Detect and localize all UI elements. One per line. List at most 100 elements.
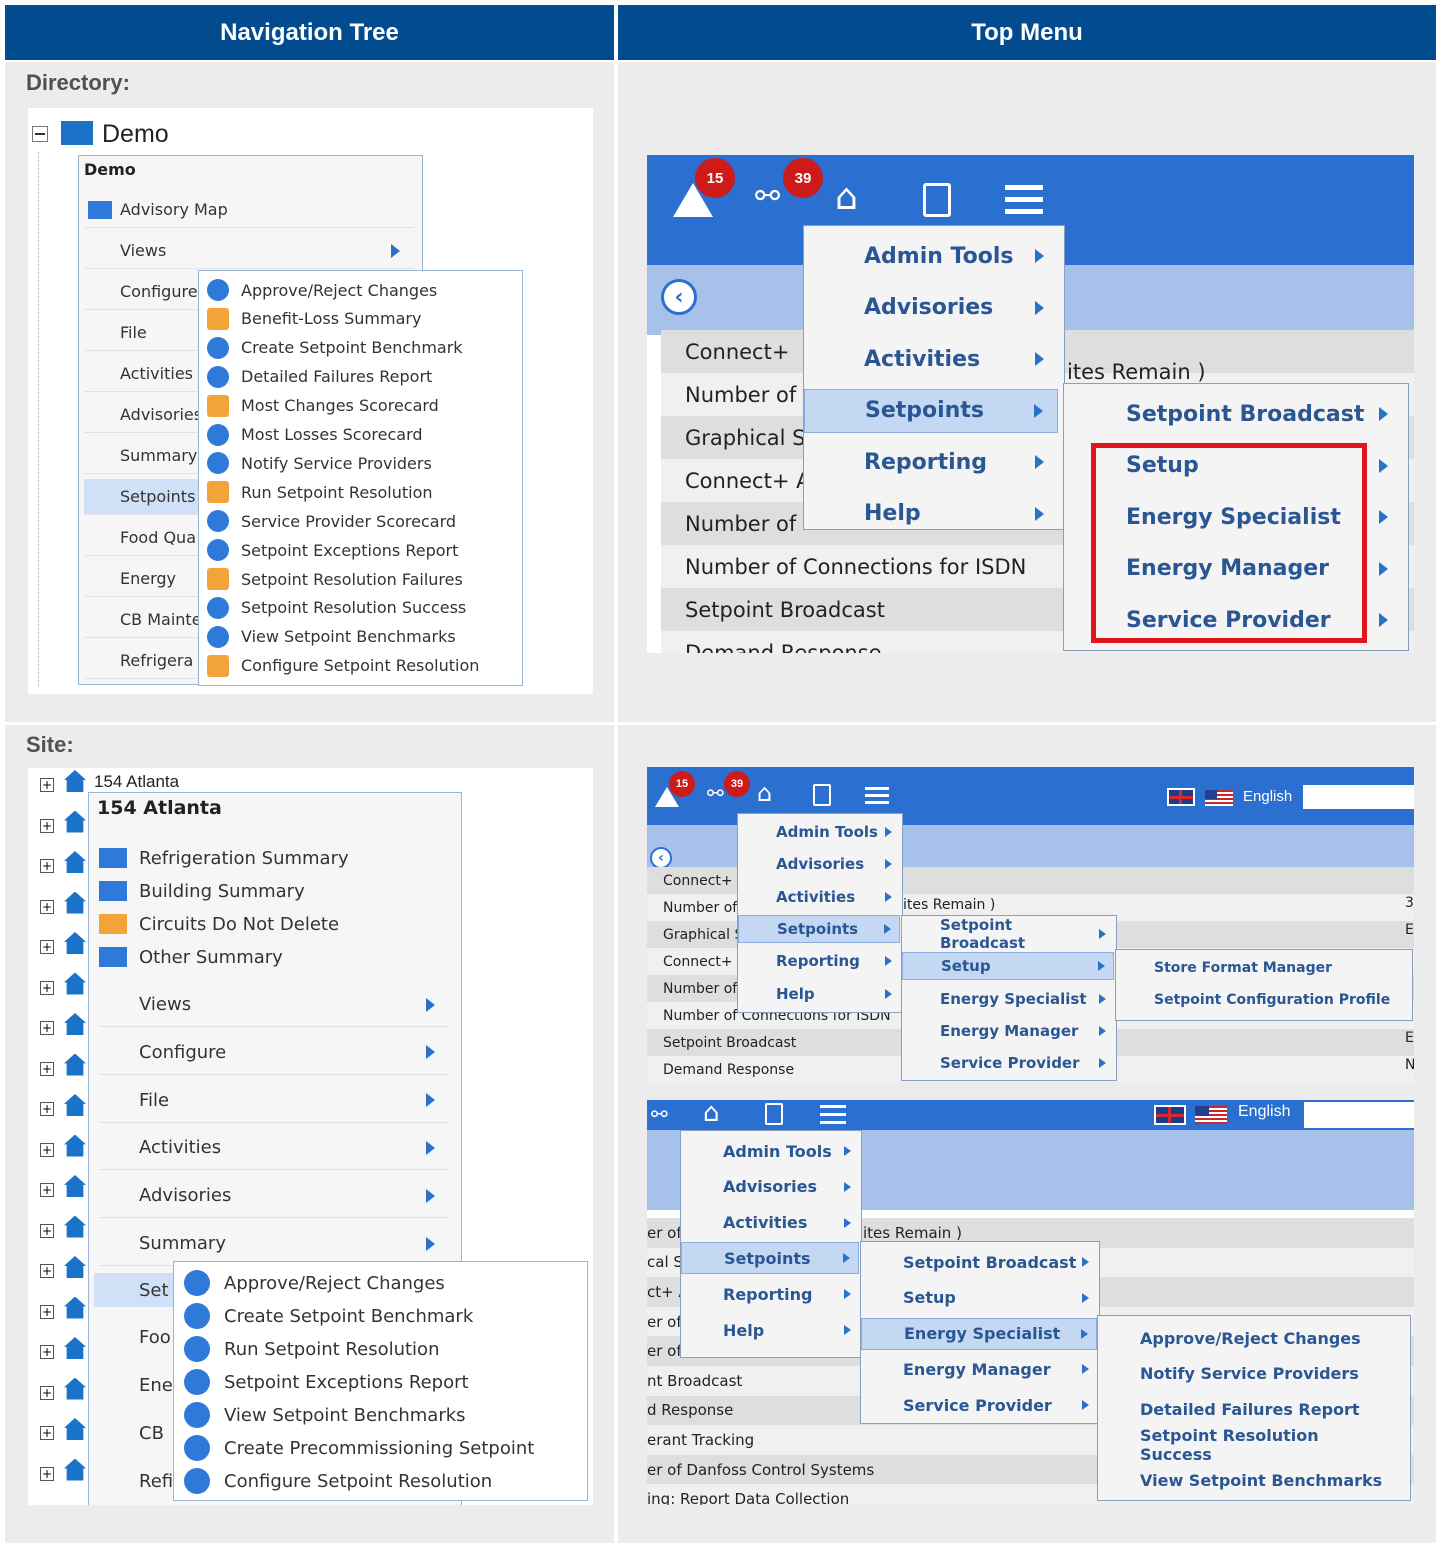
top1-menu-item-activities[interactable]: Activities: [804, 337, 1058, 381]
top3-submenu-item-energy-specialist[interactable]: Energy Specialist: [861, 1317, 1097, 1350]
top3-menu-item-setpoints[interactable]: Setpoints: [681, 1242, 859, 1275]
top2-menu-item-advisories[interactable]: Advisories: [738, 850, 900, 878]
top1-menu-item-advisories[interactable]: Advisories: [804, 286, 1058, 330]
expand-icon[interactable]: +: [40, 818, 54, 833]
language-label[interactable]: English: [1238, 1103, 1290, 1121]
site-summary-item-other-summary[interactable]: Other Summary: [99, 942, 283, 972]
expand-icon[interactable]: +: [40, 1142, 54, 1157]
site-menu-item-summary[interactable]: Summary: [99, 1222, 449, 1266]
top3-submenu-item-energy-manager[interactable]: Energy Manager: [861, 1353, 1097, 1385]
expand-icon[interactable]: +: [40, 940, 54, 954]
site-menu-item-activities[interactable]: Activities: [99, 1126, 449, 1171]
top3-es-item-approve-reject-changes[interactable]: Approve/Reject Changes: [1098, 1322, 1408, 1354]
site-menu-item-partial[interactable]: Ene: [94, 1369, 174, 1403]
top2-menu-item-help[interactable]: Help: [738, 980, 900, 1008]
site-submenu-item-run-setpoint-resolution[interactable]: Run Setpoint Resolution: [184, 1334, 439, 1364]
site-submenu-item-setpoint-exceptions-report[interactable]: Setpoint Exceptions Report: [184, 1367, 469, 1397]
uk-flag-icon[interactable]: [1154, 1105, 1186, 1125]
home-icon[interactable]: ⌂: [757, 779, 772, 807]
tree-root-site[interactable]: 154 Atlanta: [94, 772, 179, 792]
site-summary-item-building-summary[interactable]: Building Summary: [99, 876, 305, 906]
top1-menu-item-admin-tools[interactable]: Admin Tools: [804, 234, 1058, 278]
tree-root-demo[interactable]: Demo: [102, 120, 169, 149]
expand-icon[interactable]: +: [40, 859, 54, 873]
expand-icon[interactable]: +: [40, 1021, 54, 1035]
submenu-item-view-setpoint-benchmarks[interactable]: View Setpoint Benchmarks: [207, 624, 456, 650]
submenu-item-setpoint-resolution-failures[interactable]: Setpoint Resolution Failures: [207, 566, 463, 592]
submenu-item-run-setpoint-resolution[interactable]: Run Setpoint Resolution: [207, 479, 433, 505]
link-broken-icon[interactable]: ⚯: [651, 1102, 668, 1126]
top2-submenu-item-energy-manager[interactable]: Energy Manager: [902, 1017, 1114, 1045]
home-icon[interactable]: ⌂: [835, 177, 858, 218]
top3-menu-item-admin-tools[interactable]: Admin Tools: [681, 1135, 859, 1167]
top1-submenu-item-setpoint-broadcast[interactable]: Setpoint Broadcast: [1064, 392, 1406, 436]
expand-icon[interactable]: +: [40, 1183, 54, 1197]
submenu-item-most-losses-scorecard[interactable]: Most Losses Scorecard: [207, 422, 423, 448]
context-menu-item-views[interactable]: Views: [84, 233, 414, 269]
top3-menu-item-advisories[interactable]: Advisories: [681, 1171, 859, 1203]
link-broken-icon[interactable]: ⚯: [755, 179, 780, 214]
top2-menu-item-admin-tools[interactable]: Admin Tools: [738, 818, 900, 846]
top2-menu-item-activities[interactable]: Activities: [738, 883, 900, 911]
top3-submenu-item-setup[interactable]: Setup: [861, 1282, 1097, 1314]
search-input[interactable]: [1304, 1102, 1414, 1128]
report-icon[interactable]: [923, 183, 951, 217]
submenu-item-create-setpoint-benchmark[interactable]: Create Setpoint Benchmark: [207, 335, 463, 361]
top3-submenu-item-service-provider[interactable]: Service Provider: [861, 1389, 1097, 1421]
site-menu-item-partial[interactable]: CB: [94, 1416, 174, 1450]
expand-icon[interactable]: +: [40, 899, 54, 914]
site-menu-item-advisories[interactable]: Advisories: [99, 1174, 449, 1219]
submenu-item-approve-reject-changes[interactable]: Approve/Reject Changes: [207, 277, 437, 303]
expand-icon[interactable]: +: [40, 1061, 54, 1076]
expand-icon[interactable]: +: [40, 1466, 54, 1481]
submenu-item-setpoint-exceptions-report[interactable]: Setpoint Exceptions Report: [207, 537, 458, 563]
site-submenu-item-approve-reject-changes[interactable]: Approve/Reject Changes: [184, 1268, 445, 1298]
expand-icon[interactable]: +: [40, 1345, 54, 1359]
site-submenu-item-create-precommissioning-setpoint[interactable]: Create Precommissioning Setpoint: [184, 1433, 534, 1463]
us-flag-icon[interactable]: [1205, 790, 1233, 806]
submenu-item-service-provider-scorecard[interactable]: Service Provider Scorecard: [207, 508, 456, 534]
submenu-item-notify-service-providers[interactable]: Notify Service Providers: [207, 450, 432, 476]
language-label[interactable]: English: [1243, 788, 1292, 805]
back-icon[interactable]: ‹: [650, 847, 672, 869]
top2-setup-item-setpoint-configuration-profile[interactable]: Setpoint Configuration Profile: [1116, 986, 1410, 1014]
top1-menu-item-help[interactable]: Help: [804, 492, 1058, 536]
site-submenu-item-configure-setpoint-resolution[interactable]: Configure Setpoint Resolution: [184, 1466, 492, 1496]
submenu-item-most-changes-scorecard[interactable]: Most Changes Scorecard: [207, 393, 439, 419]
expand-icon[interactable]: +: [40, 1223, 54, 1238]
top3-es-item-view-setpoint-benchmarks[interactable]: View Setpoint Benchmarks: [1098, 1464, 1408, 1496]
top2-submenu-item-energy-specialist[interactable]: Energy Specialist: [902, 985, 1114, 1013]
hamburger-menu-icon[interactable]: [820, 1105, 846, 1124]
site-summary-item-circuits-do-not-delete[interactable]: Circuits Do Not Delete: [99, 909, 339, 939]
site-submenu-item-create-setpoint-benchmark[interactable]: Create Setpoint Benchmark: [184, 1301, 473, 1331]
expand-icon[interactable]: +: [40, 1304, 54, 1319]
report-icon[interactable]: [813, 784, 831, 806]
context-menu-item-advisory-map[interactable]: Advisory Map: [84, 192, 414, 228]
site-menu-item-partial[interactable]: Foo: [94, 1321, 174, 1355]
site-menu-item-configure[interactable]: Configure: [99, 1031, 449, 1075]
top3-es-item-notify-service-providers[interactable]: Notify Service Providers: [1098, 1358, 1408, 1390]
expand-icon[interactable]: +: [40, 1385, 54, 1400]
site-menu-item-partial[interactable]: Set: [94, 1273, 174, 1307]
site-menu-item-partial[interactable]: Refi: [94, 1464, 174, 1498]
back-icon[interactable]: ‹: [661, 279, 697, 315]
submenu-item-configure-setpoint-resolution[interactable]: Configure Setpoint Resolution: [207, 653, 479, 679]
top2-setup-item-store-format-manager[interactable]: Store Format Manager: [1116, 954, 1410, 982]
top3-menu-item-reporting[interactable]: Reporting: [681, 1278, 859, 1310]
top2-submenu-item-setpoint-broadcast[interactable]: Setpoint Broadcast: [902, 916, 1114, 952]
hamburger-menu-icon[interactable]: [865, 787, 889, 804]
expand-icon[interactable]: +: [40, 1102, 54, 1116]
search-input[interactable]: [1303, 785, 1414, 809]
hamburger-menu-icon[interactable]: [1005, 185, 1043, 214]
top2-submenu-item-service-provider[interactable]: Service Provider: [902, 1049, 1114, 1077]
expand-icon[interactable]: +: [40, 980, 54, 995]
us-flag-icon[interactable]: [1195, 1106, 1227, 1124]
top3-es-item-setpoint-resolution-success[interactable]: Setpoint Resolution Success: [1098, 1426, 1408, 1464]
site-menu-item-views[interactable]: Views: [99, 983, 449, 1027]
expand-icon[interactable]: +: [40, 1426, 54, 1440]
submenu-item-detailed-failures-report[interactable]: Detailed Failures Report: [207, 364, 432, 390]
top2-menu-item-reporting[interactable]: Reporting: [738, 947, 900, 975]
link-broken-icon[interactable]: ⚯: [707, 781, 724, 805]
site-submenu-item-view-setpoint-benchmarks[interactable]: View Setpoint Benchmarks: [184, 1400, 466, 1430]
site-menu-item-file[interactable]: File: [99, 1079, 449, 1123]
